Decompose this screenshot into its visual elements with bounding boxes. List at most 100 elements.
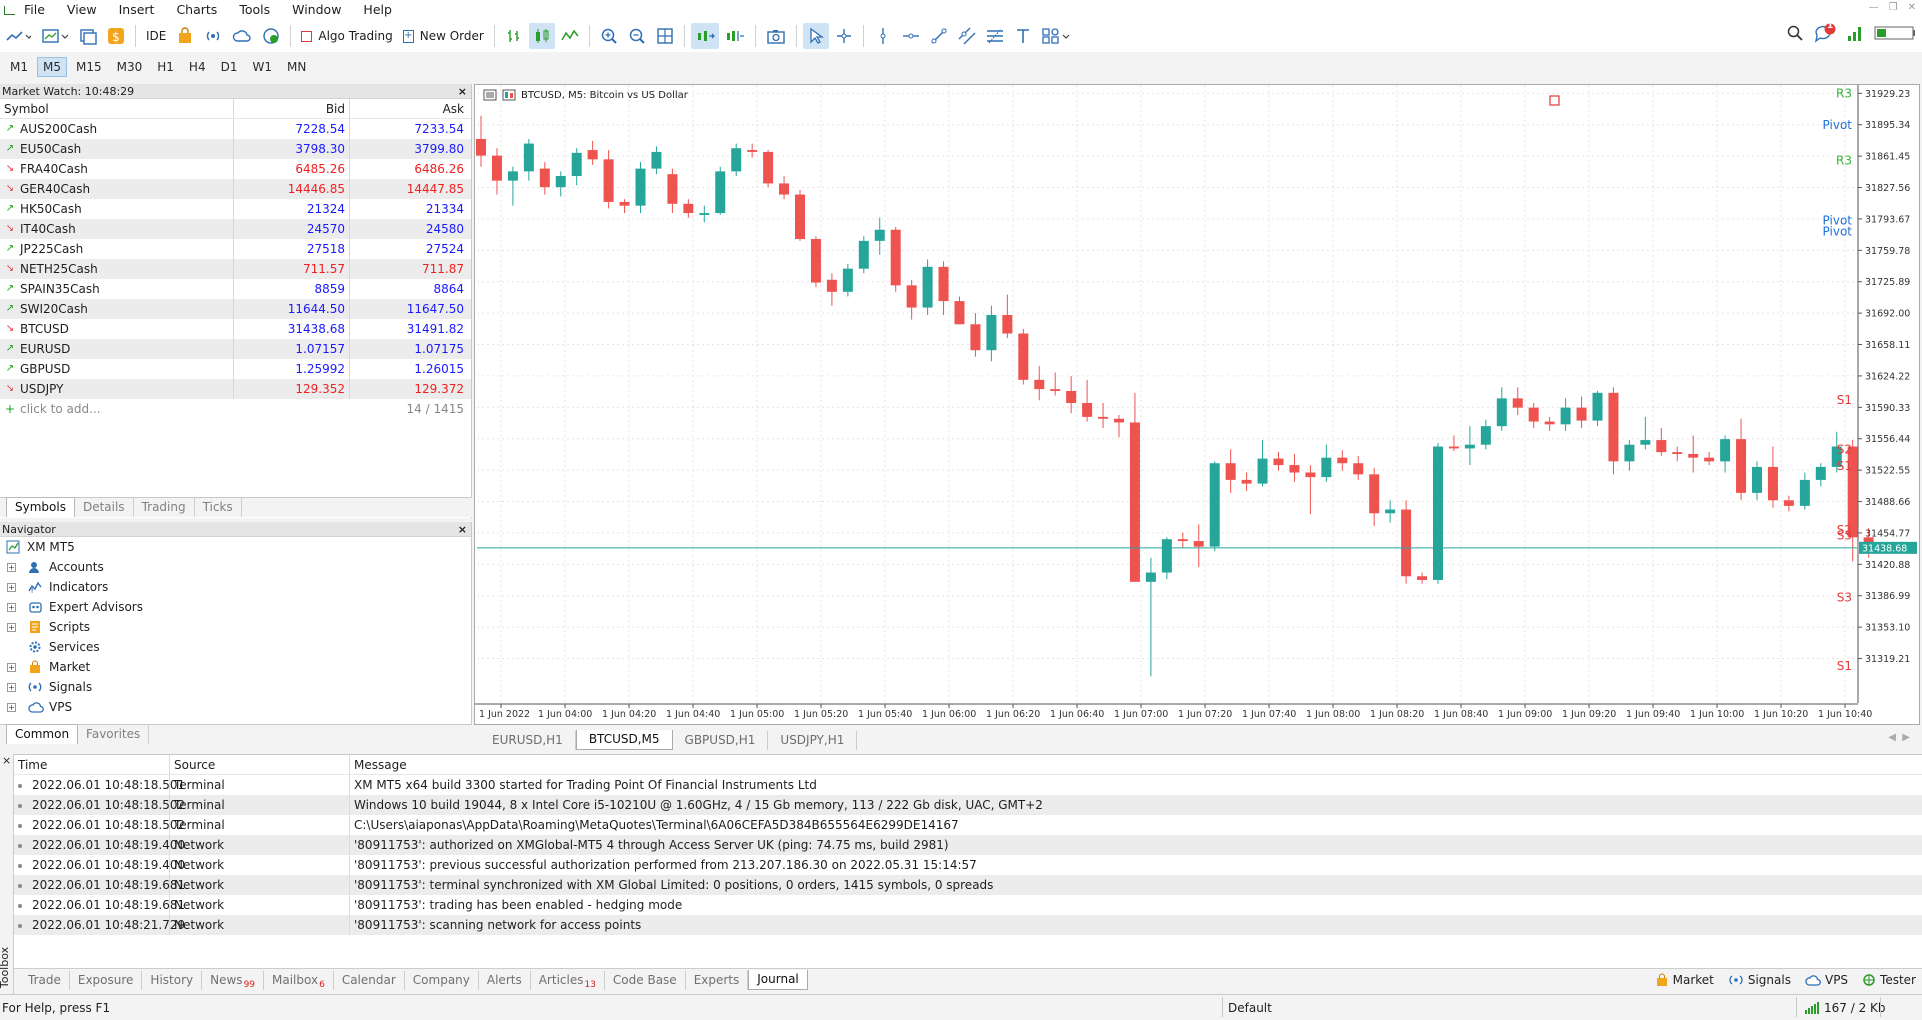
tf-m5[interactable]: M5	[37, 57, 67, 77]
toolbox-tab-mailbox[interactable]: Mailbox6	[264, 971, 334, 990]
toolbox-tab-news[interactable]: News99	[202, 971, 265, 990]
profiles-button[interactable]	[75, 23, 101, 49]
chart-type-icon[interactable]	[502, 89, 516, 101]
close-icon[interactable]: ✕	[1908, 2, 1916, 13]
tab-scroll-icon[interactable]: ◀ ▶	[1888, 732, 1910, 743]
expand-icon[interactable]: +	[7, 582, 16, 592]
toolbox-tab-history[interactable]: History	[142, 971, 203, 990]
tester-tab[interactable]: Tester	[1862, 973, 1916, 987]
close-icon[interactable]: ×	[458, 522, 467, 537]
nav-item-vps[interactable]: + VPS	[0, 697, 471, 717]
vps-toolbar-button[interactable]	[228, 23, 256, 49]
search-icon[interactable]	[1786, 24, 1804, 45]
menu-file[interactable]: File	[16, 0, 56, 20]
expand-icon[interactable]: +	[7, 562, 16, 572]
chart-tab-gbpusd[interactable]: GBPUSD,H1	[673, 731, 769, 750]
zoom-out-button[interactable]	[624, 23, 650, 49]
nav-item-services[interactable]: Services	[0, 637, 471, 657]
journal-row[interactable]: 2022.06.01 10:48:18.502 Terminal C:\Users\…	[14, 815, 1922, 835]
market-watch-row[interactable]: ↗ SPAIN35Cash 8859 8864	[0, 279, 471, 299]
screenshot-button[interactable]	[762, 23, 790, 49]
col-symbol[interactable]: Symbol	[0, 99, 234, 118]
tf-d1[interactable]: D1	[215, 57, 244, 77]
vertical-line-button[interactable]	[870, 23, 896, 49]
toolbox-tab-code-base[interactable]: Code Base	[605, 971, 686, 990]
cursor-button[interactable]	[802, 23, 829, 49]
tab-details[interactable]: Details	[75, 498, 134, 517]
journal-row[interactable]: 2022.06.01 10:48:21.729 Network '80911753'…	[14, 915, 1922, 935]
market-watch-row[interactable]: ↗ GBPUSD 1.25992 1.26015	[0, 359, 471, 379]
journal-row[interactable]: 2022.06.01 10:48:19.400 Network '80911753'…	[14, 835, 1922, 855]
close-icon[interactable]: ×	[458, 84, 467, 99]
nav-item-expert-advisors[interactable]: + Expert Advisors	[0, 597, 471, 617]
chart-type-button[interactable]	[1, 23, 35, 49]
market-watch-row[interactable]: ↗ JP225Cash 27518 27524	[0, 239, 471, 259]
algo-trading-button[interactable]: Algo Trading	[297, 23, 396, 49]
expand-icon[interactable]: +	[7, 702, 16, 712]
market-tab[interactable]: Market	[1655, 973, 1714, 987]
menu-window[interactable]: Window	[281, 0, 352, 20]
tab-trading[interactable]: Trading	[134, 498, 195, 517]
col-source[interactable]: Source	[170, 755, 350, 774]
tf-m1[interactable]: M1	[4, 57, 34, 77]
menu-help[interactable]: Help	[352, 0, 403, 20]
add-symbol-row[interactable]: + click to add... 14 / 1415	[0, 399, 471, 419]
col-message[interactable]: Message	[350, 755, 1922, 774]
nav-root[interactable]: XM MT5	[0, 537, 471, 557]
nav-item-signals[interactable]: + Signals	[0, 677, 471, 697]
market-watch-row[interactable]: ↘ NETH25Cash 711.57 711.87	[0, 259, 471, 279]
chart-window[interactable]: BTCUSD, M5: Bitcoin vs US Dollar 31929.2…	[474, 84, 1920, 725]
horizontal-line-button[interactable]	[898, 23, 924, 49]
journal-row[interactable]: 2022.06.01 10:48:18.501 Terminal XM MT5 x6…	[14, 775, 1922, 795]
market-watch-row[interactable]: ↘ FRA40Cash 6485.26 6486.26	[0, 159, 471, 179]
ide-button[interactable]: IDE	[142, 23, 170, 49]
expand-icon[interactable]: +	[7, 682, 16, 692]
journal-row[interactable]: 2022.06.01 10:48:19.400 Network '80911753'…	[14, 855, 1922, 875]
tile-windows-button[interactable]	[652, 23, 678, 49]
shapes-button[interactable]	[1038, 23, 1074, 49]
restore-icon[interactable]: ❐	[1889, 2, 1898, 13]
market-watch-row[interactable]: ↘ USDJPY 129.352 129.372	[0, 379, 471, 399]
nav-item-market[interactable]: + Market	[0, 657, 471, 677]
market-watch-row[interactable]: ↘ IT40Cash 24570 24580	[0, 219, 471, 239]
chart-tab-btcusd[interactable]: BTCUSD,M5	[575, 730, 673, 750]
market-watch-row[interactable]: ↗ HK50Cash 21324 21334	[0, 199, 471, 219]
toolbox-tab-company[interactable]: Company	[405, 971, 479, 990]
signals-tab[interactable]: Signals	[1728, 973, 1791, 987]
toolbox-tab-articles[interactable]: Articles13	[531, 971, 605, 990]
text-tool-button[interactable]	[1010, 23, 1036, 49]
market-watch-row[interactable]: ↘ BTCUSD 31438.68 31491.82	[0, 319, 471, 339]
autoscroll-button[interactable]	[690, 23, 719, 49]
candlestick-button[interactable]	[528, 23, 555, 49]
chart-menu-icon[interactable]	[483, 89, 497, 101]
tf-h4[interactable]: H4	[183, 57, 212, 77]
journal-row[interactable]: 2022.06.01 10:48:19.681 Network '80911753'…	[14, 875, 1922, 895]
crosshair-button[interactable]	[831, 23, 857, 49]
tf-m30[interactable]: M30	[111, 57, 149, 77]
line-button[interactable]	[557, 23, 583, 49]
expand-icon[interactable]: +	[7, 602, 16, 612]
market-button[interactable]: $	[103, 23, 129, 49]
signals-toolbar-button[interactable]	[200, 23, 226, 49]
tf-w1[interactable]: W1	[246, 57, 278, 77]
expand-icon[interactable]: +	[7, 622, 16, 632]
channel-button[interactable]	[954, 23, 980, 49]
vps-tab[interactable]: VPS	[1805, 973, 1848, 987]
market-watch-row[interactable]: ↗ AUS200Cash 7228.54 7233.54	[0, 119, 471, 139]
shopping-button[interactable]	[172, 23, 198, 49]
tf-h1[interactable]: H1	[151, 57, 180, 77]
tf-mn[interactable]: MN	[281, 57, 312, 77]
col-time[interactable]: Time	[14, 755, 170, 774]
zoom-in-button[interactable]	[596, 23, 622, 49]
toolbox-tab-experts[interactable]: Experts	[686, 971, 749, 990]
new-order-button[interactable]: + New Order	[399, 23, 488, 49]
toolbox-tab-trade[interactable]: Trade	[20, 971, 70, 990]
chart-shift-button[interactable]	[721, 23, 749, 49]
tab-common[interactable]: Common	[6, 724, 79, 744]
tab-symbols[interactable]: Symbols	[6, 497, 75, 517]
chart-tab-usdjpy[interactable]: USDJPY,H1	[768, 731, 858, 750]
menu-tools[interactable]: Tools	[228, 0, 281, 20]
notifications-icon[interactable]: 1	[1814, 21, 1836, 46]
market-watch-row[interactable]: ↗ SWI20Cash 11644.50 11647.50	[0, 299, 471, 319]
market-watch-row[interactable]: ↘ GER40Cash 14446.85 14447.85	[0, 179, 471, 199]
